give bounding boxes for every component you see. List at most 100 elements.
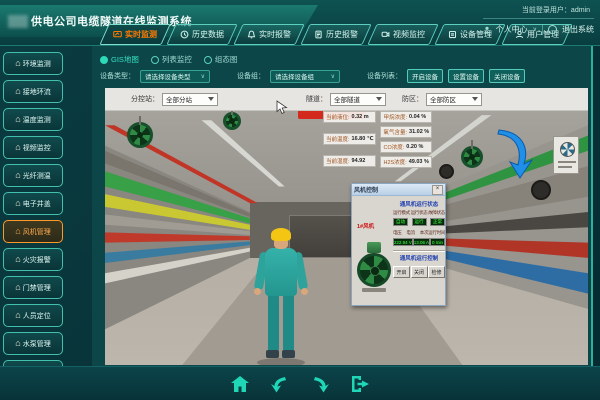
station-select[interactable]: 全部分站	[162, 93, 218, 106]
sidebar-item-temperature[interactable]: ⌂温度监测	[3, 108, 63, 131]
login-user-label: 当前登录用户：admin	[483, 3, 594, 19]
home-button[interactable]	[228, 372, 252, 396]
fan-name-label: 1#风机	[357, 222, 374, 230]
divider	[542, 25, 543, 35]
sidebar-item-environment[interactable]: ⌂环境监测	[3, 52, 63, 75]
sidebar-item-access-control[interactable]: ⌂门禁管理	[3, 276, 63, 299]
radio-gis-map[interactable]: GIS地图	[100, 54, 139, 65]
sidebar-item-fire-alarm[interactable]: ⌂火灾报警	[3, 248, 63, 271]
sidebar-item-ground-loop[interactable]: ⌂接地环流	[3, 80, 63, 103]
tunnel-view[interactable]: 当前液位:0.32 m 当前温度:16.80 ℃ 当前湿度:94.92 甲烷浓度…	[105, 110, 588, 365]
set-device-button[interactable]: 设置设备	[448, 69, 484, 83]
dialog-titlebar[interactable]: 风机控制 ×	[352, 184, 445, 196]
personal-center-link[interactable]: 个人中心	[496, 24, 528, 35]
censored-block	[8, 15, 28, 28]
zone-select[interactable]: 全部防区	[426, 93, 482, 106]
tab-realtime-monitor[interactable]: 实时监测	[99, 24, 170, 45]
view-mode-radios: GIS地图 列表监控 组态图	[100, 54, 237, 65]
ceiling-fan[interactable]	[461, 146, 483, 168]
open-device-button[interactable]: 开启设备	[407, 69, 443, 83]
fan-start-button[interactable]: 开启	[393, 266, 410, 278]
user-area: 当前登录用户：admin 个人中心 ∨ 退出系统	[483, 3, 594, 35]
tunnel-3d-viewport[interactable]: 分控站： 全部分站 隧道： 全部隧道 防区： 全部防区	[105, 88, 588, 365]
house-icon: ⌂	[15, 171, 20, 180]
house-icon: ⌂	[15, 311, 20, 320]
forward-arrow-icon	[309, 373, 331, 395]
house-icon: ⌂	[15, 59, 20, 68]
fan-stop-button[interactable]: 关闭	[411, 266, 428, 278]
sidebar-item-manhole[interactable]: ⌂电子井盖	[3, 192, 63, 215]
blue-curved-arrow-icon[interactable]	[493, 126, 537, 180]
device-group-select[interactable]: 请选择设备组∨	[270, 70, 340, 83]
history-data-icon	[180, 30, 189, 39]
sidebar-item-pump[interactable]: ⌂水泵管理	[3, 332, 63, 355]
close-icon[interactable]: ×	[432, 185, 443, 195]
environment-sensor-panel: 当前液位:0.32 m 当前温度:16.80 ℃ 当前湿度:94.92 甲烷浓度…	[323, 111, 432, 168]
house-icon: ⌂	[15, 255, 20, 264]
scene-filter-bar: 分控站： 全部分站 隧道： 全部隧道 防区： 全部防区	[105, 88, 588, 111]
fan-sign-panel	[553, 136, 579, 174]
tab-label: 实时监测	[125, 29, 157, 40]
house-icon: ⌂	[15, 283, 20, 292]
tab-label: 视频监控	[393, 29, 425, 40]
tunnel-select[interactable]: 全部隧道	[330, 93, 386, 106]
tab-history-alarm[interactable]: 历史报警	[300, 24, 371, 45]
radio-config-diagram[interactable]: 组态图	[204, 54, 238, 65]
fan-diagram-icon	[560, 142, 575, 157]
person-icon	[483, 26, 491, 34]
forward-button[interactable]	[308, 372, 332, 396]
history-alarm-icon	[314, 30, 323, 39]
sensor-co: CO浓度:0.20 %	[380, 141, 432, 153]
house-icon: ⌂	[15, 199, 20, 208]
close-device-button[interactable]: 关闭设备	[489, 69, 525, 83]
status-section-header: 通风机运行状态	[393, 200, 445, 208]
current-value: 13.06 A	[413, 238, 430, 246]
logout-link[interactable]: 退出系统	[562, 24, 594, 35]
tab-history-data[interactable]: 历史数据	[166, 24, 237, 45]
tab-video-monitor[interactable]: 视频监控	[367, 24, 438, 45]
radio-list-monitor[interactable]: 列表监控	[151, 54, 192, 65]
home-icon	[229, 373, 251, 395]
dropdown-arrow-icon	[208, 97, 214, 101]
hard-hat	[271, 228, 291, 241]
cable-reel	[531, 180, 551, 200]
radio-dot	[151, 56, 159, 64]
fan-graphic	[356, 240, 392, 294]
sidebar-item-video[interactable]: ⌂视频监控	[3, 136, 63, 159]
device-type-select[interactable]: 请选择设备类型∨	[140, 70, 210, 83]
sidebar-item-fan-manage[interactable]: ⌂风机管理	[3, 220, 63, 243]
back-arrow-icon	[269, 373, 291, 395]
dropdown-arrow-icon	[472, 97, 478, 101]
house-icon: ⌂	[15, 87, 20, 96]
house-icon: ⌂	[15, 143, 20, 152]
left-sidebar: ⌂环境监测 ⌂接地环流 ⌂温度监测 ⌂视频监控 ⌂光纤测温 ⌂电子井盖 ⌂风机管…	[3, 52, 63, 400]
alarm-bell-icon	[247, 30, 256, 39]
exit-icon	[349, 373, 371, 395]
divider	[393, 250, 445, 252]
sidebar-item-fiber-temp[interactable]: ⌂光纤测温	[3, 164, 63, 187]
fan-control-dialog: 风机控制 × 1#风机 通风机运行状态 运行模式 运行状态 故障状态 自动	[351, 183, 446, 306]
ceiling-fan[interactable]	[223, 112, 241, 130]
fault-status-value: 正常	[430, 218, 445, 226]
monitor-edit-icon	[113, 30, 122, 39]
ceiling-fan[interactable]	[127, 122, 153, 148]
chevron-down-icon: ∨	[331, 73, 335, 80]
tab-label: 实时报警	[259, 29, 291, 40]
cable-reel	[439, 164, 454, 179]
device-type-label: 设备类型：	[100, 71, 135, 81]
control-section-header: 通风机运行控制	[393, 254, 445, 262]
tab-realtime-alarm[interactable]: 实时报警	[233, 24, 304, 45]
camera-icon	[381, 30, 390, 39]
house-icon: ⌂	[15, 227, 20, 236]
sensor-liquid-level: 当前液位:0.32 m	[323, 111, 376, 123]
fan-maintenance-button[interactable]: 检修	[428, 266, 445, 278]
dialog-title: 风机控制	[354, 185, 378, 194]
exit-button[interactable]	[348, 372, 372, 396]
sidebar-item-personnel[interactable]: ⌂人员定位	[3, 304, 63, 327]
sensor-methane: 甲烷浓度:0.04 %	[380, 111, 432, 123]
tab-label: 历史数据	[192, 29, 224, 40]
main-panel: GIS地图 列表监控 组态图 设备类型： 请选择设备类型∨ 设备组： 请选择设备…	[92, 46, 593, 366]
station-label: 分控站：	[131, 94, 159, 104]
back-button[interactable]	[268, 372, 292, 396]
chevron-down-icon: ∨	[201, 73, 205, 80]
